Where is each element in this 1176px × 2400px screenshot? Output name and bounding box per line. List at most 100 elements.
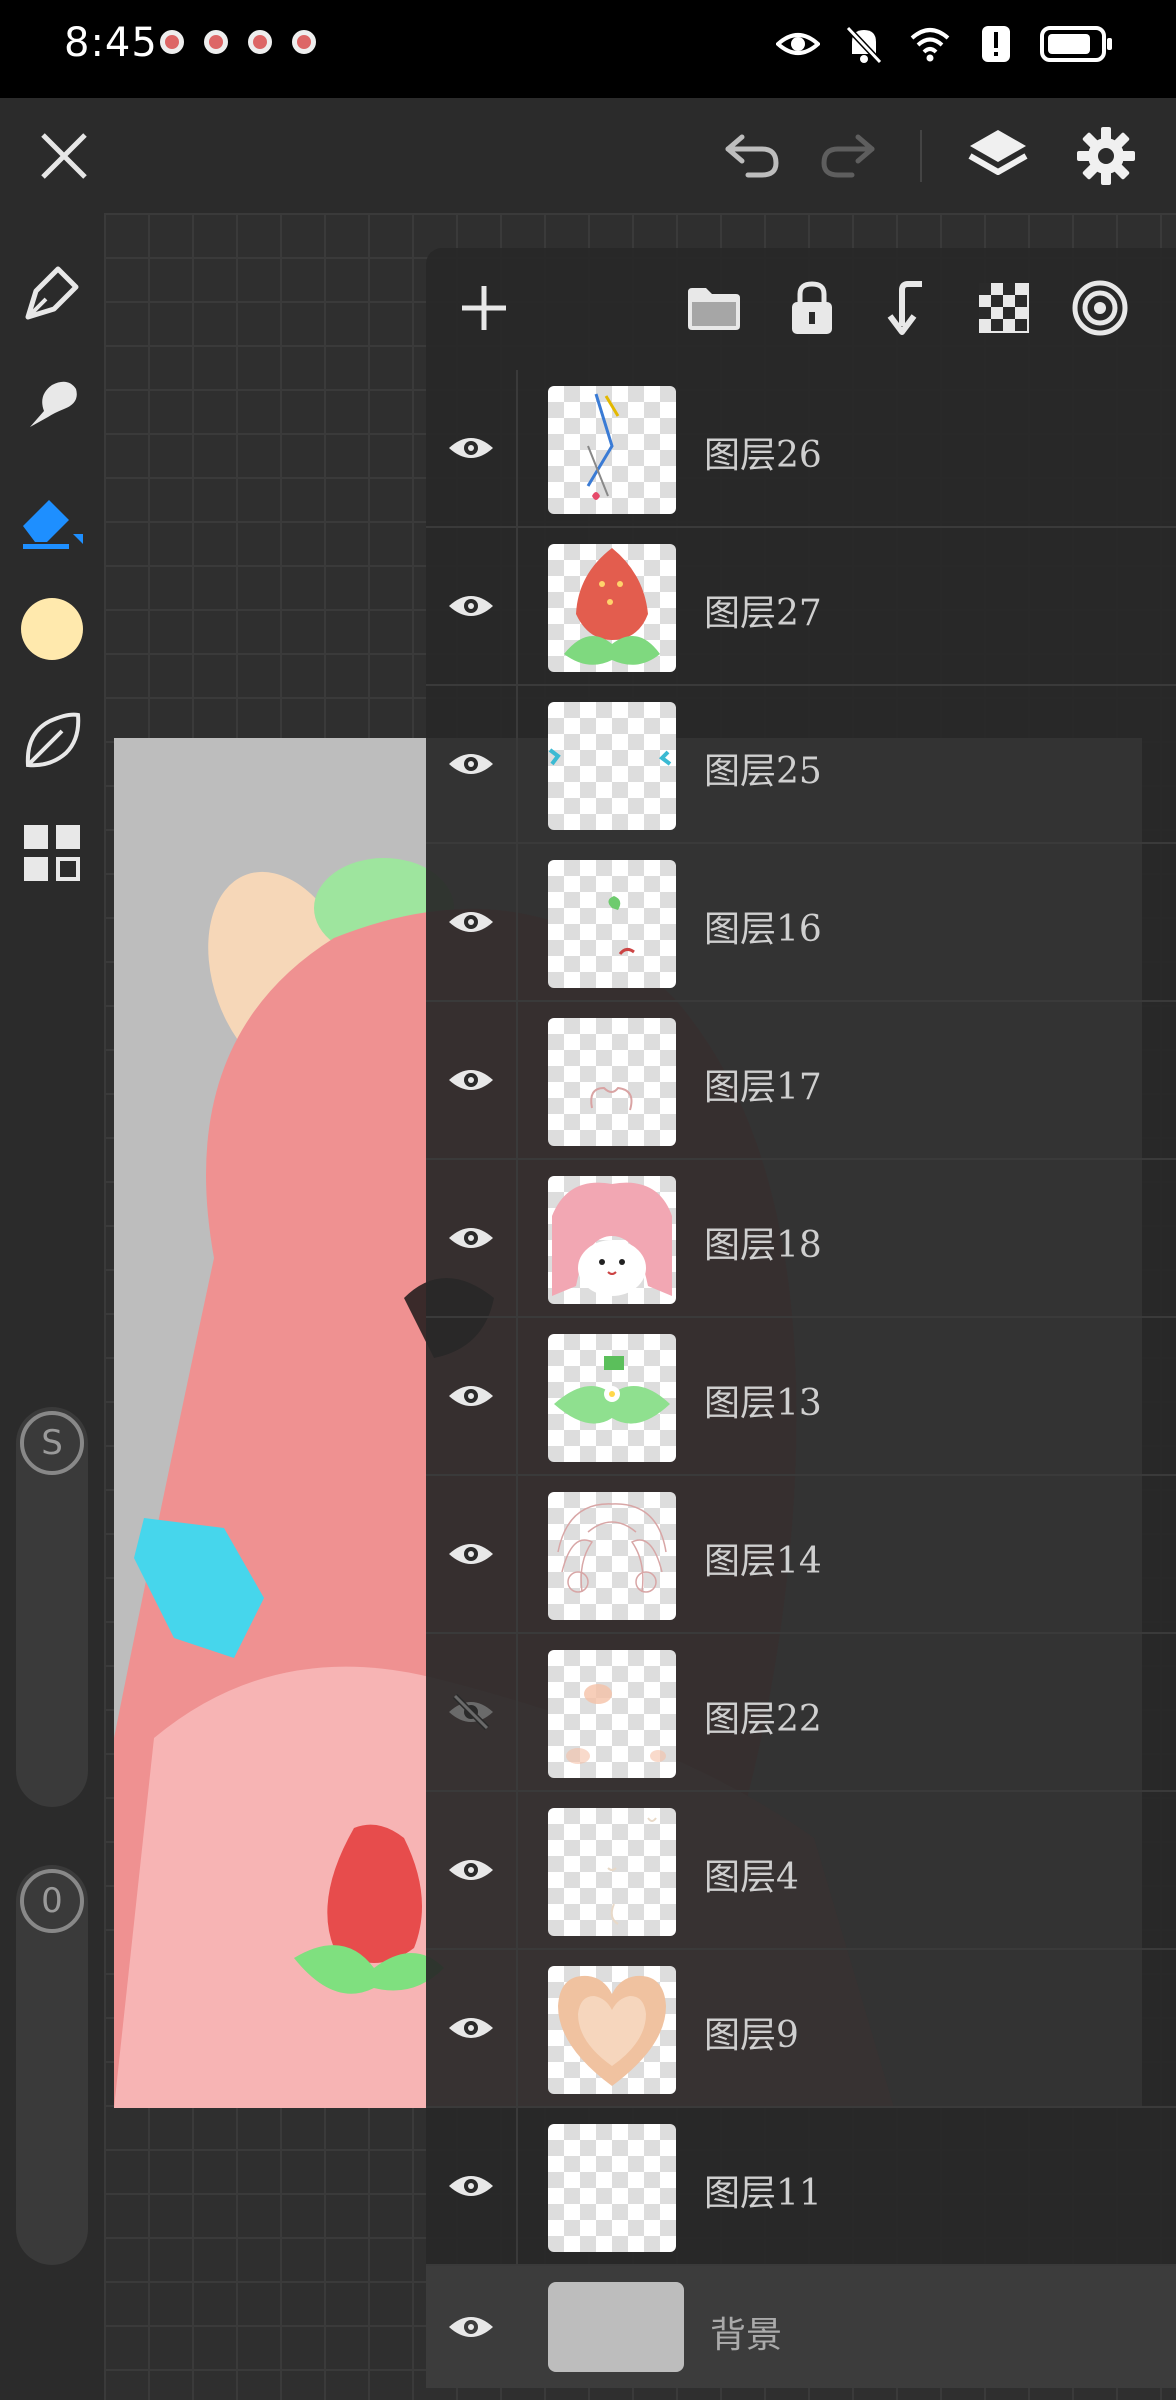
background-layer-row[interactable]: 背景: [426, 2266, 1176, 2388]
layer-name: 图层4: [704, 1857, 799, 1898]
visibility-toggle[interactable]: [426, 2108, 518, 2264]
brush-size-slider[interactable]: S: [16, 1407, 88, 1807]
layer-name: 图层9: [704, 2015, 799, 2056]
thumbnail-image: [607, 1817, 657, 1925]
thumbnail-image: [554, 1356, 670, 1424]
visibility-toggle[interactable]: [426, 528, 518, 684]
layer-thumbnail: [548, 1650, 676, 1778]
texture-tool-button[interactable]: [14, 703, 90, 779]
blend-mode-button[interactable]: [1068, 276, 1132, 340]
lock-layer-button[interactable]: [780, 276, 844, 340]
opacity-slider-label: 0: [20, 1869, 84, 1933]
layer-thumbnail: [548, 1334, 676, 1462]
layer-thumbnail: [548, 1176, 676, 1304]
merge-down-button[interactable]: [876, 276, 940, 340]
layer-thumbnail: [548, 702, 676, 830]
notification-icons: [160, 30, 316, 54]
tool-rail: S 0: [0, 213, 104, 2400]
alert-icon: [982, 26, 1010, 62]
wifi-icon: [910, 28, 950, 62]
visibility-toggle[interactable]: [426, 1318, 518, 1474]
layer-list: 图层26 图层27 图层25 图层16 图层17 图层18 图层13 图层14 …: [426, 370, 1176, 2388]
layer-row[interactable]: 图层26: [426, 370, 1176, 528]
eye-icon: [449, 438, 493, 458]
visibility-toggle[interactable]: [426, 2266, 516, 2388]
layer-row[interactable]: 图层27: [426, 528, 1176, 686]
eye-icon: [776, 33, 820, 55]
notification-icon: [292, 30, 316, 54]
visibility-toggle[interactable]: [426, 1634, 518, 1790]
bell-muted-icon: [845, 25, 883, 65]
redo-button[interactable]: [814, 122, 882, 190]
smudge-tool-button[interactable]: [14, 367, 90, 443]
thumbnail-image: [552, 1182, 672, 1296]
layer-row[interactable]: 图层13: [426, 1318, 1176, 1476]
layer-name: 图层14: [704, 1541, 822, 1582]
thumbnail-image: [586, 393, 620, 500]
eye-icon: [449, 596, 493, 616]
layer-thumbnail: [548, 386, 676, 514]
status-bar: 8:45: [0, 0, 1176, 98]
close-button[interactable]: [30, 122, 98, 190]
add-layer-button[interactable]: [452, 276, 516, 340]
layer-row[interactable]: 图层11: [426, 2108, 1176, 2266]
visibility-toggle[interactable]: [426, 1002, 518, 1158]
visibility-toggle[interactable]: [426, 370, 518, 526]
layer-thumbnail: [548, 860, 676, 988]
layer-row[interactable]: 图层9: [426, 1950, 1176, 2108]
undo-button[interactable]: [718, 122, 786, 190]
opacity-slider[interactable]: 0: [16, 1865, 88, 2265]
layer-name: 图层18: [704, 1225, 822, 1266]
plus-icon: [462, 286, 506, 330]
layer-thumbnail: [548, 544, 676, 672]
layer-row[interactable]: 图层18: [426, 1160, 1176, 1318]
layers-button[interactable]: [964, 122, 1032, 190]
settings-button[interactable]: [1072, 122, 1140, 190]
background-layer-thumbnail: [548, 2282, 684, 2372]
redo-icon: [821, 134, 875, 178]
eraser-tool-button[interactable]: [14, 479, 90, 555]
pen-tool-button[interactable]: [14, 255, 90, 331]
thumbnail-image: [590, 1086, 633, 1111]
undo-icon: [725, 134, 779, 178]
layer-name: 图层25: [704, 751, 822, 792]
layer-group-button[interactable]: [682, 276, 746, 340]
visibility-toggle[interactable]: [426, 1950, 518, 2106]
layer-name: 图层13: [704, 1383, 822, 1424]
transparency-button[interactable]: [972, 276, 1036, 340]
lock-icon: [792, 281, 832, 334]
color-picker-button[interactable]: [14, 591, 90, 667]
eye-icon: [449, 1228, 493, 1248]
visibility-toggle[interactable]: [426, 1476, 518, 1632]
layer-row[interactable]: 图层25: [426, 686, 1176, 844]
grid-icon: [24, 825, 80, 881]
size-slider-label: S: [20, 1411, 84, 1475]
layer-row[interactable]: 图层17: [426, 1002, 1176, 1160]
eye-icon: [449, 2176, 493, 2196]
status-time: 8:45: [64, 20, 158, 66]
toolbar-divider: [920, 130, 922, 182]
layer-row[interactable]: 图层22: [426, 1634, 1176, 1792]
layer-row[interactable]: 图层14: [426, 1476, 1176, 1634]
layer-thumbnail: [548, 1808, 676, 1936]
layer-row[interactable]: 图层4: [426, 1792, 1176, 1950]
visibility-toggle[interactable]: [426, 686, 518, 842]
eraser-icon: [23, 500, 83, 549]
close-icon: [41, 133, 87, 179]
folder-icon: [688, 288, 740, 330]
eye-icon: [449, 2018, 493, 2038]
gallery-button[interactable]: [14, 815, 90, 891]
thumbnail-image: [558, 1975, 666, 2086]
layer-name: 图层27: [704, 593, 822, 634]
visibility-toggle[interactable]: [426, 844, 518, 1000]
layer-name: 图层17: [704, 1067, 822, 1108]
layer-row[interactable]: 图层16: [426, 844, 1176, 1002]
visibility-toggle[interactable]: [426, 1160, 518, 1316]
current-color-swatch: [21, 598, 83, 660]
eye-icon: [449, 1860, 493, 1880]
thumbnail-image: [564, 548, 660, 665]
eye-icon: [449, 1544, 493, 1564]
layer-name: 图层22: [704, 1699, 822, 1740]
thumbnail-image: [608, 896, 635, 955]
visibility-toggle[interactable]: [426, 1792, 518, 1948]
